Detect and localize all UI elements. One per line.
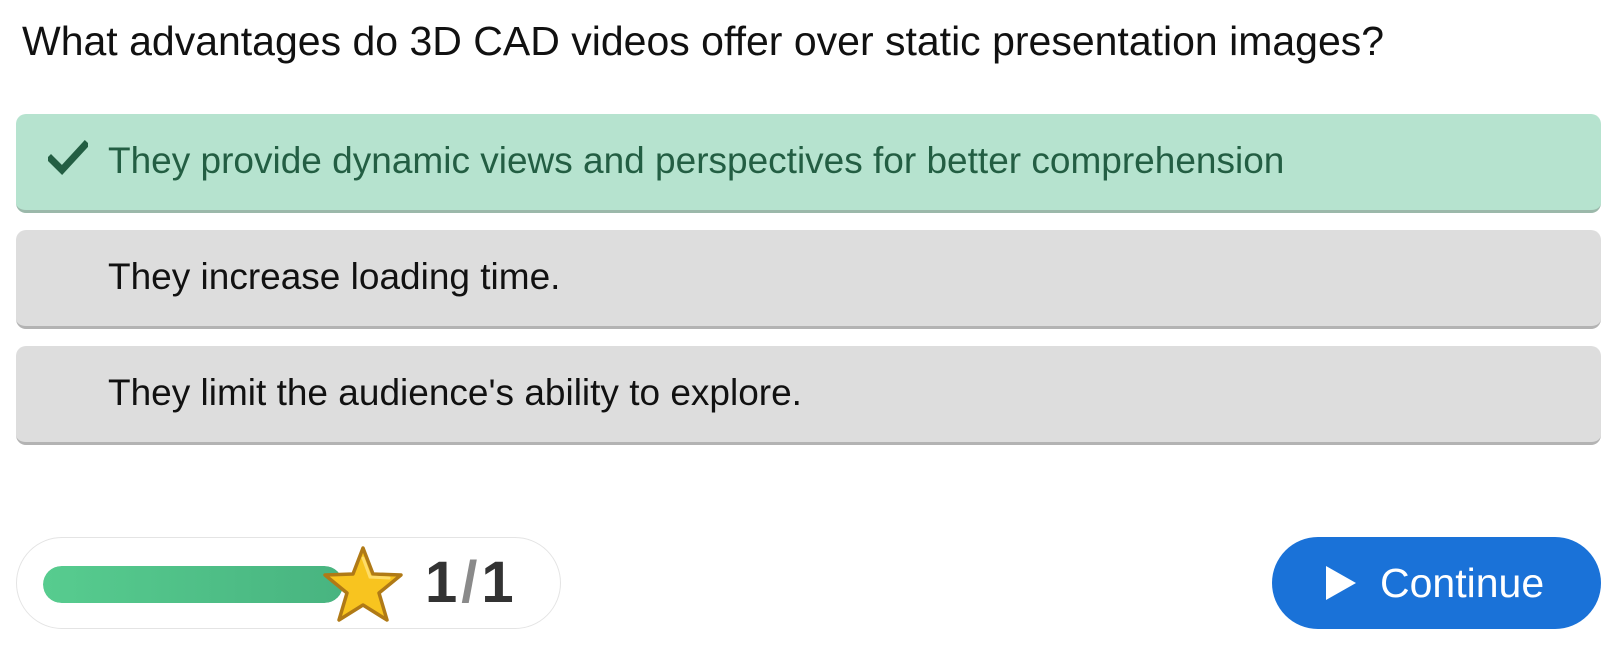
answer-option[interactable]: They increase loading time. xyxy=(16,230,1601,329)
question-text: What advantages do 3D CAD videos offer o… xyxy=(22,18,1385,64)
answer-option-label: They increase loading time. xyxy=(108,256,561,297)
answer-option-correct[interactable]: They provide dynamic views and perspecti… xyxy=(16,114,1601,213)
score-separator: / xyxy=(461,550,478,615)
progress-fill xyxy=(43,566,343,603)
score-value: 1 xyxy=(425,550,458,615)
continue-button-label: Continue xyxy=(1380,559,1545,606)
score-counter: 1/1 xyxy=(425,552,514,614)
progress-indicator: 1/1 xyxy=(16,537,561,629)
star-icon xyxy=(323,546,403,622)
check-icon xyxy=(48,140,88,176)
continue-button[interactable]: Continue xyxy=(1272,537,1601,629)
progress-track xyxy=(43,566,343,603)
answer-option[interactable]: They limit the audience's ability to exp… xyxy=(16,346,1601,445)
answer-options: They provide dynamic views and perspecti… xyxy=(16,114,1601,462)
answer-option-label: They provide dynamic views and perspecti… xyxy=(108,140,1285,181)
play-icon xyxy=(1326,566,1356,600)
answer-option-label: They limit the audience's ability to exp… xyxy=(108,372,802,413)
score-total: 1 xyxy=(481,550,514,615)
